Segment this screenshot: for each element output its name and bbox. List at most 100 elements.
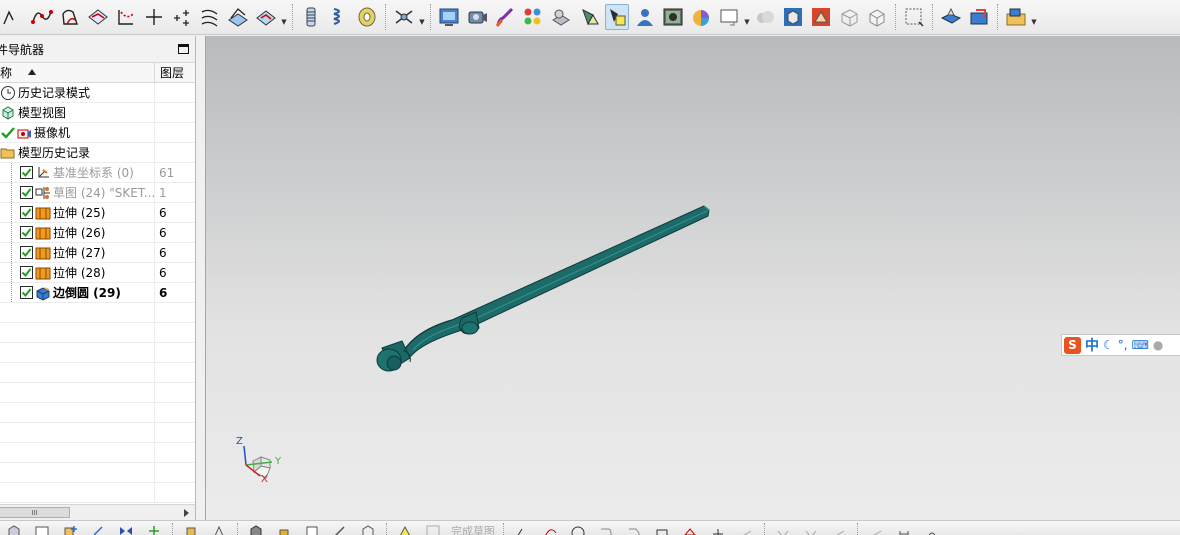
solid-edit-icon[interactable]: [939, 4, 963, 30]
bridge-curve-icon[interactable]: [254, 4, 278, 30]
toolbar-dropdown[interactable]: ▼: [743, 4, 751, 30]
component-icon[interactable]: [210, 523, 228, 535]
cube-view-icon[interactable]: [5, 523, 23, 535]
fillet-icon[interactable]: [597, 523, 615, 535]
dimension-icon[interactable]: [867, 523, 885, 535]
tree-row[interactable]: 模型历史记录: [0, 143, 195, 163]
tree-row-name-cell[interactable]: 历史记录模式: [0, 83, 155, 102]
project-curve-icon[interactable]: [86, 4, 110, 30]
tree-row[interactable]: 拉伸 (25) 6: [0, 203, 195, 223]
face-curve-icon[interactable]: [58, 4, 82, 30]
toolbar-dropdown[interactable]: ▼: [1030, 4, 1038, 30]
plus-icon[interactable]: [709, 523, 727, 535]
point-icon[interactable]: [170, 4, 194, 30]
keyboard-icon[interactable]: ⌨: [1132, 338, 1149, 352]
visibility-checkbox[interactable]: [20, 166, 33, 179]
lever-part-model[interactable]: [376, 205, 711, 372]
moon-icon[interactable]: ☾: [1103, 338, 1114, 352]
horizontal-scrollbar[interactable]: III: [0, 504, 195, 520]
tree-row[interactable]: 拉伸 (27) 6: [0, 243, 195, 263]
profile-icon[interactable]: [513, 523, 531, 535]
extend-icon[interactable]: [774, 523, 792, 535]
ime-mode-toggle[interactable]: 中: [1085, 335, 1099, 355]
trim-icon[interactable]: [737, 523, 755, 535]
tree-row-name-cell[interactable]: 拉伸 (28): [0, 263, 155, 282]
move-icon[interactable]: [89, 523, 107, 535]
offset-curve-icon[interactable]: [198, 4, 222, 30]
punctuation-icon[interactable]: °,: [1118, 338, 1128, 352]
edit-icon[interactable]: [331, 523, 349, 535]
fit-view-icon[interactable]: [437, 4, 461, 30]
rotate-icon[interactable]: [923, 523, 941, 535]
tree-row-name-cell[interactable]: 拉伸 (27): [0, 243, 155, 262]
visibility-checkbox[interactable]: [20, 246, 33, 259]
visibility-checkbox[interactable]: [20, 266, 33, 279]
toolbar-dropdown[interactable]: ▼: [280, 4, 288, 30]
spring-icon[interactable]: [327, 4, 351, 30]
shaded-cube-icon[interactable]: [781, 4, 805, 30]
add-object-icon[interactable]: [61, 523, 79, 535]
finish-sketch-label[interactable]: 完成草图: [451, 523, 495, 535]
toolbar-dropdown[interactable]: ▼: [418, 4, 426, 30]
drawing-icon[interactable]: [303, 523, 321, 535]
tree-row[interactable]: 边倒圆 (29) 6: [0, 283, 195, 303]
constraint-icon[interactable]: [895, 523, 913, 535]
intersection-curve-icon[interactable]: [114, 4, 138, 30]
folder-sample-icon[interactable]: [1004, 4, 1028, 30]
visibility-checkbox[interactable]: [20, 206, 33, 219]
tree-row-name-cell[interactable]: 基准坐标系 (0): [0, 163, 155, 182]
sketch-grid-icon[interactable]: [424, 523, 442, 535]
column-name-header[interactable]: 称: [0, 63, 155, 82]
graphics-window[interactable]: Z Y X: [205, 36, 1180, 520]
tree-row-name-cell[interactable]: 模型视图: [0, 103, 155, 122]
gallery-icon[interactable]: [661, 4, 685, 30]
window-icon[interactable]: [33, 523, 51, 535]
splitter[interactable]: [196, 36, 205, 520]
feature-icon[interactable]: [392, 4, 416, 30]
tree-row[interactable]: 历史记录模式: [0, 83, 195, 103]
check-icon[interactable]: [0, 125, 16, 141]
tree-row-name-cell[interactable]: 拉伸 (26): [0, 223, 155, 242]
tree-row[interactable]: 摄像机: [0, 123, 195, 143]
circle-icon[interactable]: [569, 523, 587, 535]
wire-cube-icon[interactable]: [865, 4, 889, 30]
select-box-icon[interactable]: [902, 4, 926, 30]
scroll-right-icon[interactable]: [184, 509, 189, 517]
chamfer-icon[interactable]: [625, 523, 643, 535]
assembly-icon[interactable]: [182, 523, 200, 535]
extract-curve-icon[interactable]: [226, 4, 250, 30]
texture-icon[interactable]: [809, 4, 833, 30]
lock-icon[interactable]: [275, 523, 293, 535]
line-icon[interactable]: [142, 4, 166, 30]
box-icon[interactable]: [359, 523, 377, 535]
visibility-checkbox[interactable]: [20, 286, 33, 299]
tree-row[interactable]: 模型视图: [0, 103, 195, 123]
wire-box-icon[interactable]: [837, 4, 861, 30]
polygon-icon[interactable]: [681, 523, 699, 535]
scrollbar-thumb[interactable]: III: [0, 507, 70, 518]
maximize-icon[interactable]: [178, 44, 189, 54]
light-icon[interactable]: [577, 4, 601, 30]
ring-icon[interactable]: [355, 4, 379, 30]
offset-icon[interactable]: [830, 523, 848, 535]
rectangle-icon[interactable]: [653, 523, 671, 535]
frame-icon[interactable]: [717, 4, 741, 30]
user-icon[interactable]: ●: [1153, 338, 1163, 352]
user-icon[interactable]: [633, 4, 657, 30]
pie-render-icon[interactable]: [689, 4, 713, 30]
tree-row[interactable]: 草图 (24) "SKET... 1: [0, 183, 195, 203]
tree-row[interactable]: 拉伸 (28) 6: [0, 263, 195, 283]
sogou-logo-icon[interactable]: S: [1064, 336, 1081, 354]
tree-row-name-cell[interactable]: 草图 (24) "SKET...: [0, 183, 155, 202]
highlight-icon[interactable]: [605, 4, 629, 30]
corner-icon[interactable]: [802, 523, 820, 535]
cloud-icon[interactable]: [753, 4, 777, 30]
camera-icon[interactable]: [465, 4, 489, 30]
layer-icon[interactable]: [967, 4, 991, 30]
tree-row-name-cell[interactable]: 边倒圆 (29): [0, 283, 155, 302]
material-icon[interactable]: [549, 4, 573, 30]
visibility-checkbox[interactable]: [20, 226, 33, 239]
tree-row-name-cell[interactable]: 拉伸 (25): [0, 203, 155, 222]
color-palette-icon[interactable]: [521, 4, 545, 30]
paint-brush-icon[interactable]: [493, 4, 517, 30]
